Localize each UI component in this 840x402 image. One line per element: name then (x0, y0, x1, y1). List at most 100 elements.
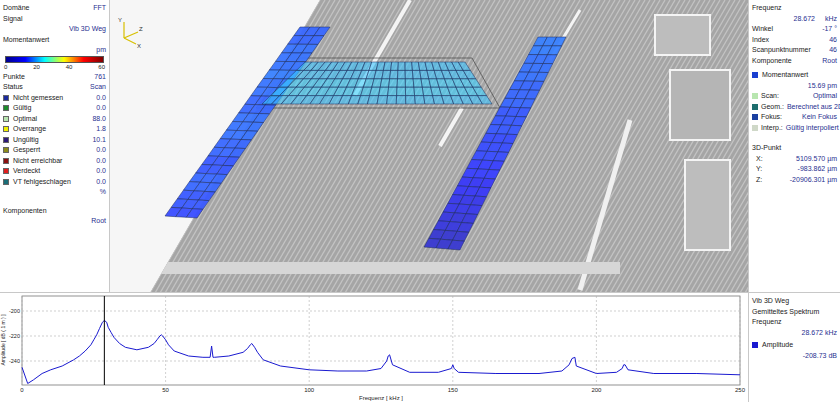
mesh-cell[interactable] (241, 131, 258, 140)
mesh-cell[interactable] (390, 70, 398, 78)
mesh-cell[interactable] (462, 214, 478, 224)
mesh-cell[interactable] (223, 157, 240, 166)
mesh-cell[interactable] (520, 99, 535, 108)
mesh-cell[interactable] (489, 161, 504, 170)
mesh-cell[interactable] (192, 200, 209, 209)
mesh-cell[interactable] (396, 96, 406, 104)
y-axis-label: Amplitude [ dB ( 1 m ) ] (0, 314, 6, 366)
mesh-cell[interactable] (302, 44, 318, 53)
mesh-cell[interactable] (453, 231, 469, 241)
mesh-cell[interactable] (463, 70, 476, 78)
mesh-cell[interactable] (235, 140, 252, 149)
mesh-cell[interactable] (253, 114, 269, 123)
mesh-cell[interactable] (391, 62, 399, 70)
chip-scene[interactable]: YZX (110, 0, 748, 292)
info-value: 46 (829, 35, 837, 46)
mesh-cell[interactable] (314, 27, 330, 36)
mesh-cell[interactable] (478, 96, 492, 104)
mesh-cell[interactable] (548, 46, 562, 55)
mesh-cell[interactable] (308, 36, 324, 45)
mesh-cell[interactable] (458, 62, 470, 70)
scan-mesh[interactable] (262, 62, 492, 104)
mesh-cell[interactable] (397, 79, 405, 87)
mesh-cell[interactable] (414, 87, 424, 95)
info-value: 46 (829, 45, 837, 56)
mesh-cell[interactable] (389, 79, 398, 87)
mesh-cell[interactable] (229, 148, 246, 157)
x-tick: 250 (735, 296, 746, 393)
mesh-cell[interactable] (406, 96, 416, 104)
mesh-cell[interactable] (205, 183, 222, 192)
mesh-cell[interactable] (448, 240, 464, 250)
mesh-cell[interactable] (405, 79, 414, 87)
mesh-cell[interactable] (199, 191, 216, 200)
svg-text:X: X (137, 43, 141, 49)
mesh-cell[interactable] (398, 62, 405, 70)
point-info-value: Kein Fokus (802, 112, 837, 123)
mesh-cell[interactable] (475, 187, 491, 197)
mesh-cell[interactable] (217, 165, 234, 174)
domain-value[interactable]: FFT (93, 3, 106, 14)
mesh-cell[interactable] (498, 143, 513, 152)
mesh-cell[interactable] (387, 96, 397, 104)
scan-mesh[interactable] (424, 37, 566, 250)
mesh-cell[interactable] (405, 70, 413, 78)
mesh-cell[interactable] (502, 134, 517, 143)
mesh-cell[interactable] (539, 64, 553, 73)
mesh-cell[interactable] (415, 96, 425, 104)
scan-mesh[interactable] (165, 27, 330, 218)
mesh-cell[interactable] (398, 70, 406, 78)
mesh-cell[interactable] (484, 170, 500, 180)
mesh-cell[interactable] (367, 96, 378, 104)
mesh-cell[interactable] (377, 96, 388, 104)
mesh-cell[interactable] (379, 87, 389, 95)
mesh-cell[interactable] (471, 196, 487, 206)
mesh-cell[interactable] (466, 205, 482, 215)
mesh-cell[interactable] (516, 108, 531, 117)
domain-row: DomäneFFT (3, 3, 106, 14)
mesh-cell[interactable] (405, 62, 412, 70)
x-tick: 150 (448, 296, 459, 393)
mesh-cell[interactable] (468, 79, 481, 87)
frequency-value: 28.672kHz (752, 14, 837, 25)
mesh-cell[interactable] (247, 122, 263, 131)
mesh-cell[interactable] (493, 152, 508, 162)
chart-frequency-label: Frequenz (752, 317, 837, 328)
components-value[interactable]: Root (3, 216, 106, 227)
mesh-cell[interactable] (480, 178, 496, 188)
mesh-cell[interactable] (388, 87, 397, 95)
mesh-cell[interactable] (525, 90, 540, 99)
mesh-cell[interactable] (405, 87, 414, 95)
mesh-cell[interactable] (382, 70, 391, 78)
point-info-swatch (752, 93, 758, 99)
mesh-cell[interactable] (413, 79, 422, 87)
mesh-cell[interactable] (211, 174, 228, 183)
signal-value[interactable]: Vib 3D Weg (3, 24, 106, 35)
mesh-cell[interactable] (543, 55, 557, 64)
spectrum-chart[interactable]: 050100150200250-200-220-240Amplitude [ d… (0, 293, 748, 402)
points-label: Punkte (3, 72, 25, 83)
mesh-cell[interactable] (457, 223, 473, 233)
colorbar-tick: 0 (4, 63, 7, 72)
mesh-cell[interactable] (507, 125, 522, 134)
mesh-cell[interactable] (296, 53, 312, 62)
3d-view[interactable]: YZX (110, 0, 748, 292)
mesh-cell[interactable] (552, 37, 566, 46)
mesh-cell[interactable] (530, 81, 544, 90)
svg-text:-240: -240 (9, 358, 20, 364)
mesh-cell[interactable] (397, 87, 406, 95)
chart-legend-label: Amplitude (762, 340, 793, 351)
chart-legend-value: -208.73 dB (752, 351, 837, 362)
frequency-cursor[interactable] (104, 296, 105, 385)
colorbar-ticks: 0204060 (3, 63, 106, 72)
mesh-cell[interactable] (534, 72, 548, 81)
mesh-cell[interactable] (259, 105, 275, 114)
mesh-cell[interactable] (383, 62, 391, 70)
mesh-cell[interactable] (380, 79, 389, 87)
mesh-cell[interactable] (511, 117, 526, 126)
mesh-cell[interactable] (186, 209, 203, 218)
point-label: 3D-Punkt (752, 143, 837, 154)
spectrum-plot[interactable]: 050100150200250-200-220-240Amplitude [ d… (0, 293, 748, 402)
mesh-cell[interactable] (473, 87, 487, 95)
chart-legend-row: Amplitude (752, 340, 837, 351)
